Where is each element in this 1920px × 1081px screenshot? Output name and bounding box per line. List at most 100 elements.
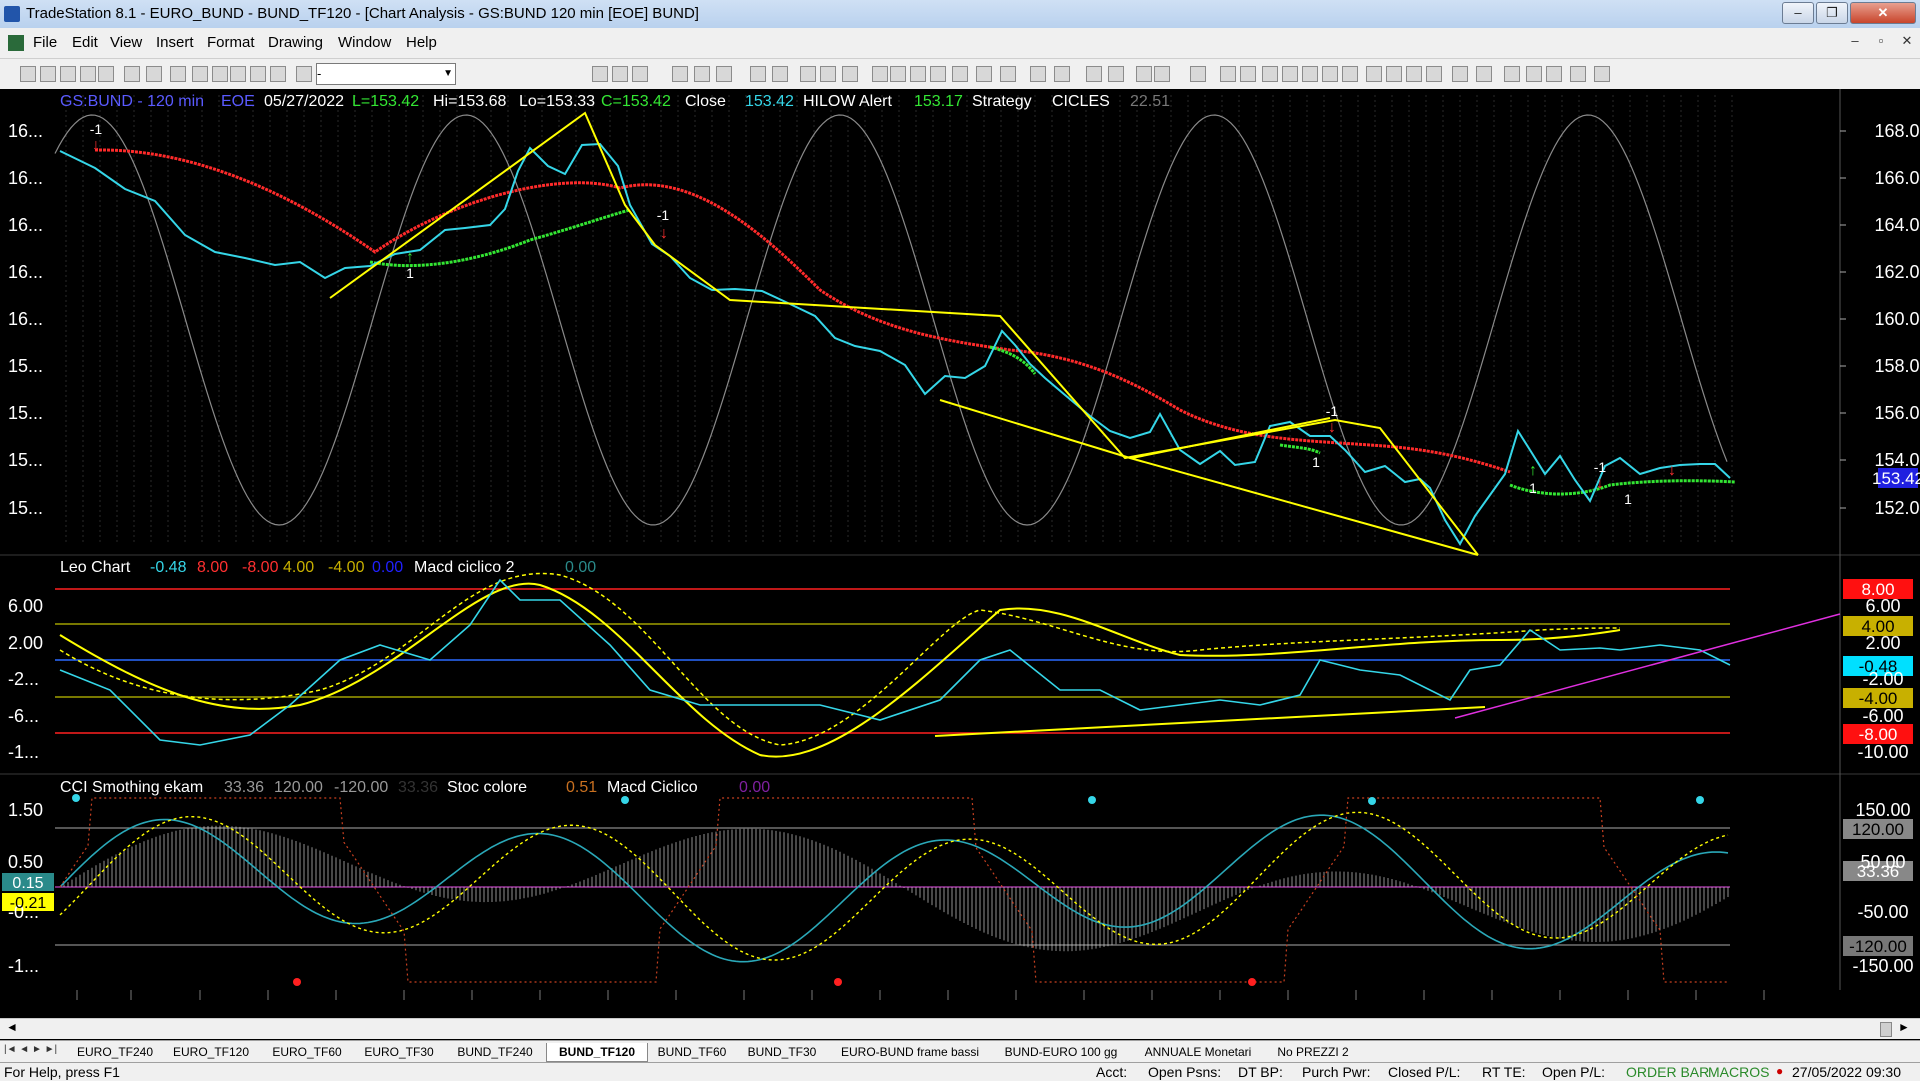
toolbar-tool-icon[interactable] <box>872 66 888 82</box>
scroll-left-icon[interactable]: ◄ <box>6 1020 18 1034</box>
toolbar-tool-icon[interactable] <box>60 66 76 82</box>
tab-bund-tf240[interactable]: BUND_TF240 <box>446 1043 544 1061</box>
toolbar-tool-icon[interactable] <box>1570 66 1586 82</box>
toolbar-tool-icon[interactable] <box>1240 66 1256 82</box>
toolbar-tool-icon[interactable] <box>1054 66 1070 82</box>
signal-marker: -1 <box>1326 403 1339 419</box>
maximize-button[interactable]: ❐ <box>1816 2 1848 24</box>
mdi-close-icon[interactable]: ✕ <box>1898 33 1916 51</box>
toolbar-tool-icon[interactable] <box>1000 66 1016 82</box>
toolbar-tool-icon[interactable] <box>98 66 114 82</box>
leo-axis-left-label: -2... <box>8 669 39 689</box>
minimize-button[interactable]: – <box>1782 2 1814 24</box>
toolbar-tool-icon[interactable] <box>80 66 96 82</box>
tab-bund-tf120[interactable]: BUND_TF120 <box>546 1043 648 1062</box>
mdi-minimize-icon[interactable]: – <box>1846 33 1864 51</box>
close-button[interactable]: ✕ <box>1850 2 1916 24</box>
toolbar-tool-icon[interactable] <box>1136 66 1152 82</box>
toolbar-tool-icon[interactable] <box>1406 66 1422 82</box>
scroll-thumb[interactable] <box>1880 1022 1892 1037</box>
toolbar-tool-icon[interactable] <box>1154 66 1170 82</box>
toolbar-tool-icon[interactable] <box>672 66 688 82</box>
toolbar-tool-icon[interactable] <box>1322 66 1338 82</box>
toolbar-tool-icon[interactable] <box>952 66 968 82</box>
toolbar-tool-icon[interactable] <box>212 66 228 82</box>
toolbar-tool-icon[interactable] <box>800 66 816 82</box>
cci-level-tag-label: -120.00 <box>1849 937 1907 956</box>
toolbar-tool-icon[interactable] <box>270 66 286 82</box>
tab-euro-tf60[interactable]: EURO_TF60 <box>262 1043 352 1061</box>
toolbar-tool-icon[interactable] <box>632 66 648 82</box>
toolbar-tool-icon[interactable] <box>1342 66 1358 82</box>
toolbar-tool-icon[interactable] <box>910 66 926 82</box>
tab-euro-bund-frame-bassi[interactable]: EURO-BUND frame bassi <box>828 1043 992 1061</box>
toolbar-tool-icon[interactable] <box>1190 66 1206 82</box>
toolbar-tool-icon[interactable] <box>230 66 246 82</box>
toolbar-tool-icon[interactable] <box>170 66 186 82</box>
toolbar-tool-icon[interactable] <box>890 66 906 82</box>
toolbar-tool-icon[interactable] <box>592 66 608 82</box>
chart-header-field: Close <box>685 93 726 110</box>
tab-bund-tf30[interactable]: BUND_TF30 <box>738 1043 826 1061</box>
toolbar-tool-icon[interactable] <box>20 66 36 82</box>
tab-euro-tf30[interactable]: EURO_TF30 <box>354 1043 444 1061</box>
toolbar-tool-icon[interactable] <box>1030 66 1046 82</box>
chart-svg[interactable]: ↓ ↓ ↓ ↓ ↓ ↑ ↑ 1/28 2/01 2/07 2/10 2/16 2/21 2/24 3/02… <box>0 89 1920 1018</box>
toolbar-tool-icon[interactable] <box>1504 66 1520 82</box>
tab-no-prezzi-2[interactable]: No PREZZI 2 <box>1268 1043 1358 1061</box>
toolbar-tool-icon[interactable] <box>40 66 56 82</box>
cci-axis-left-label: -1... <box>8 956 39 976</box>
menu-edit[interactable]: Edit <box>72 34 98 51</box>
toolbar-tool-icon[interactable] <box>612 66 628 82</box>
tab-nav-icons[interactable]: |◄ ◄ ► ►| <box>4 1044 57 1055</box>
toolbar-tool-icon[interactable] <box>146 66 162 82</box>
tab-bund-tf60[interactable]: BUND_TF60 <box>648 1043 736 1061</box>
horizontal-scrollbar[interactable]: ◄ ► <box>0 1018 1920 1039</box>
menu-drawing[interactable]: Drawing <box>268 34 323 51</box>
menu-window[interactable]: Window <box>338 34 391 51</box>
order-bar-button[interactable]: ORDER BAR <box>1626 1064 1709 1080</box>
chart-area[interactable]: ↓ ↓ ↓ ↓ ↓ ↑ ↑ 1/28 2/01 2/07 2/10 2/16 2/21 2/24 3/02… <box>0 89 1920 1018</box>
toolbar-tool-icon[interactable] <box>124 66 140 82</box>
toolbar-tool-icon[interactable] <box>716 66 732 82</box>
toolbar-tool-icon[interactable] <box>192 66 208 82</box>
toolbar-tool-icon[interactable] <box>1452 66 1468 82</box>
toolbar-tool-icon[interactable] <box>1302 66 1318 82</box>
toolbar-tool-icon[interactable] <box>296 66 312 82</box>
toolbar-tool-icon[interactable] <box>976 66 992 82</box>
mdi-restore-icon[interactable]: ▫ <box>1872 33 1890 51</box>
toolbar-tool-icon[interactable] <box>1426 66 1442 82</box>
toolbar-tool-icon[interactable] <box>1594 66 1610 82</box>
toolbar-tool-icon[interactable] <box>1086 66 1102 82</box>
chart-window-icon[interactable] <box>8 35 24 51</box>
toolbar-tool-icon[interactable] <box>930 66 946 82</box>
toolbar-tool-icon[interactable] <box>1546 66 1562 82</box>
toolbar-tool-icon[interactable] <box>1282 66 1298 82</box>
tab-euro-tf120[interactable]: EURO_TF120 <box>162 1043 260 1061</box>
tab-annuale-monetari[interactable]: ANNUALE Monetari <box>1130 1043 1266 1061</box>
toolbar-tool-icon[interactable] <box>1476 66 1492 82</box>
toolbar-tool-icon[interactable] <box>1366 66 1382 82</box>
menu-help[interactable]: Help <box>406 34 437 51</box>
toolbar-tool-icon[interactable] <box>820 66 836 82</box>
tab-euro-tf240[interactable]: EURO_TF240 <box>70 1043 160 1061</box>
toolbar-tool-icon[interactable] <box>694 66 710 82</box>
macros-button[interactable]: MACROS <box>1708 1064 1769 1080</box>
toolbar-tool-icon[interactable] <box>1262 66 1278 82</box>
tab-bund-euro-100-gg[interactable]: BUND-EURO 100 gg <box>994 1043 1128 1061</box>
chevron-down-icon[interactable]: ▼ <box>443 64 453 84</box>
toolbar-tool-icon[interactable] <box>1526 66 1542 82</box>
toolbar-tool-icon[interactable] <box>1108 66 1124 82</box>
menu-view[interactable]: View <box>110 34 142 51</box>
menu-file[interactable]: File <box>33 34 57 51</box>
toolbar-tool-icon[interactable] <box>1386 66 1402 82</box>
menu-format[interactable]: Format <box>207 34 255 51</box>
toolbar-tool-icon[interactable] <box>772 66 788 82</box>
toolbar-tool-icon[interactable] <box>750 66 766 82</box>
symbol-combo[interactable]: - ▼ <box>316 63 456 85</box>
toolbar-tool-icon[interactable] <box>842 66 858 82</box>
scroll-right-icon[interactable]: ► <box>1898 1020 1910 1034</box>
toolbar-tool-icon[interactable] <box>1220 66 1236 82</box>
toolbar-tool-icon[interactable] <box>250 66 266 82</box>
menu-insert[interactable]: Insert <box>156 34 194 51</box>
